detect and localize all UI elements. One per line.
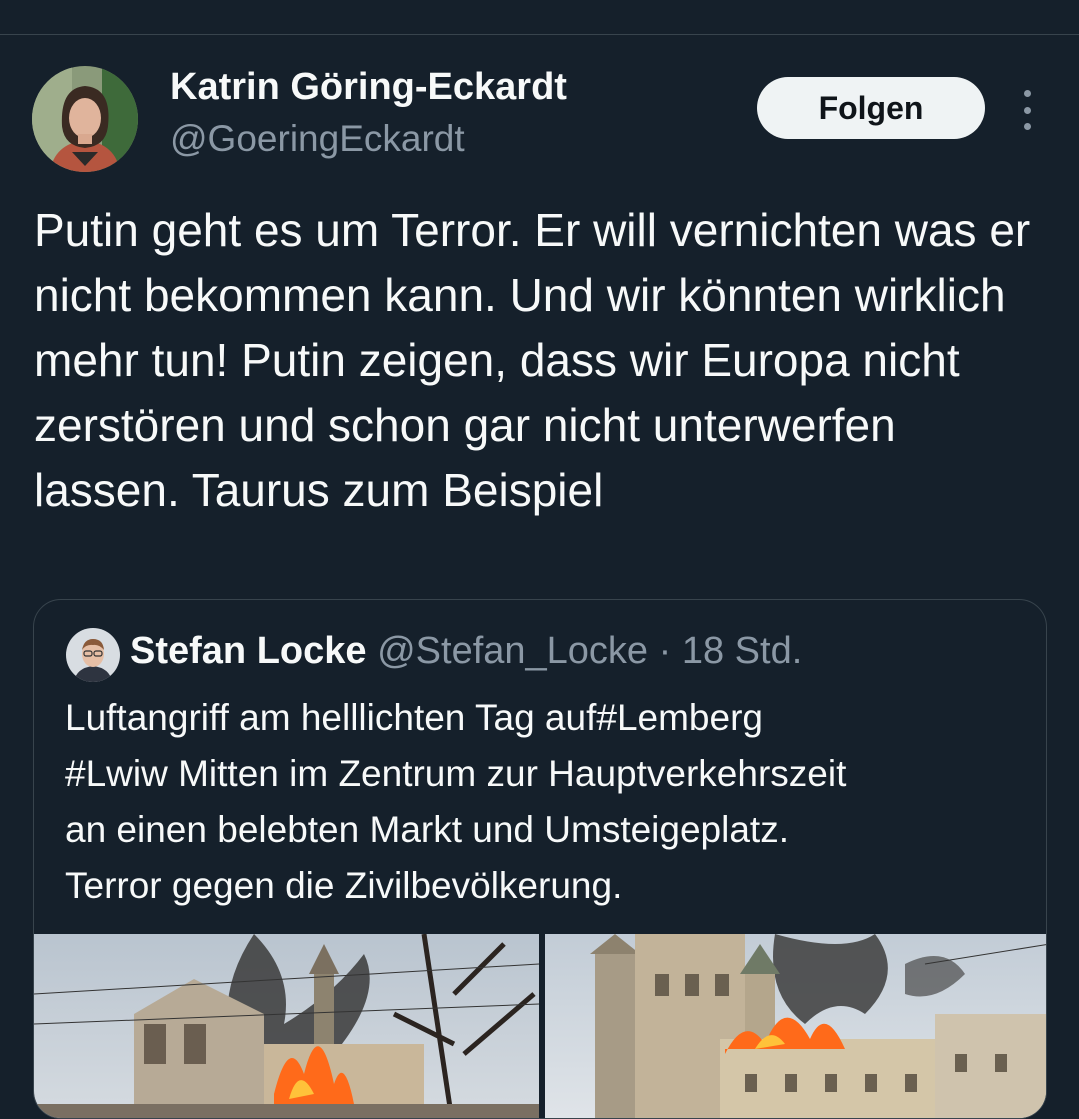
author-handle[interactable]: @GoeringEckardt	[170, 118, 465, 160]
quoted-author-avatar	[66, 628, 120, 682]
quoted-author-name: Stefan Locke	[130, 630, 367, 672]
quoted-author-handle: @Stefan_Locke	[377, 630, 649, 672]
quoted-header: Stefan Locke @Stefan_Locke · 18 Std.	[130, 630, 802, 673]
more-vertical-icon[interactable]	[1012, 90, 1042, 130]
tweet-text: Putin geht es um Terror. Er will vernich…	[34, 204, 1031, 516]
quoted-text-line: Luftangriff am helllichten Tag auf#Lembe…	[65, 697, 763, 738]
quoted-photo-1[interactable]	[34, 934, 539, 1118]
quoted-tweet[interactable]: Stefan Locke @Stefan_Locke · 18 Std. Luf…	[33, 599, 1047, 1119]
author-avatar[interactable]	[32, 66, 138, 172]
top-bar	[0, 0, 1079, 35]
quoted-timestamp: · 18 Std.	[658, 630, 803, 672]
follow-button[interactable]: Folgen	[757, 77, 985, 139]
quoted-text: Luftangriff am helllichten Tag auf#Lembe…	[65, 690, 1025, 914]
quoted-photo-2[interactable]	[545, 934, 1046, 1118]
quoted-text-line: #Lwiw Mitten im Zentrum zur Hauptverkehr…	[65, 753, 847, 794]
quoted-text-line: Terror gegen die Zivilbevölkerung.	[65, 865, 623, 906]
quoted-text-line: an einen belebten Markt und Umsteigeplat…	[65, 809, 789, 850]
author-name[interactable]: Katrin Göring-Eckardt	[170, 66, 567, 109]
